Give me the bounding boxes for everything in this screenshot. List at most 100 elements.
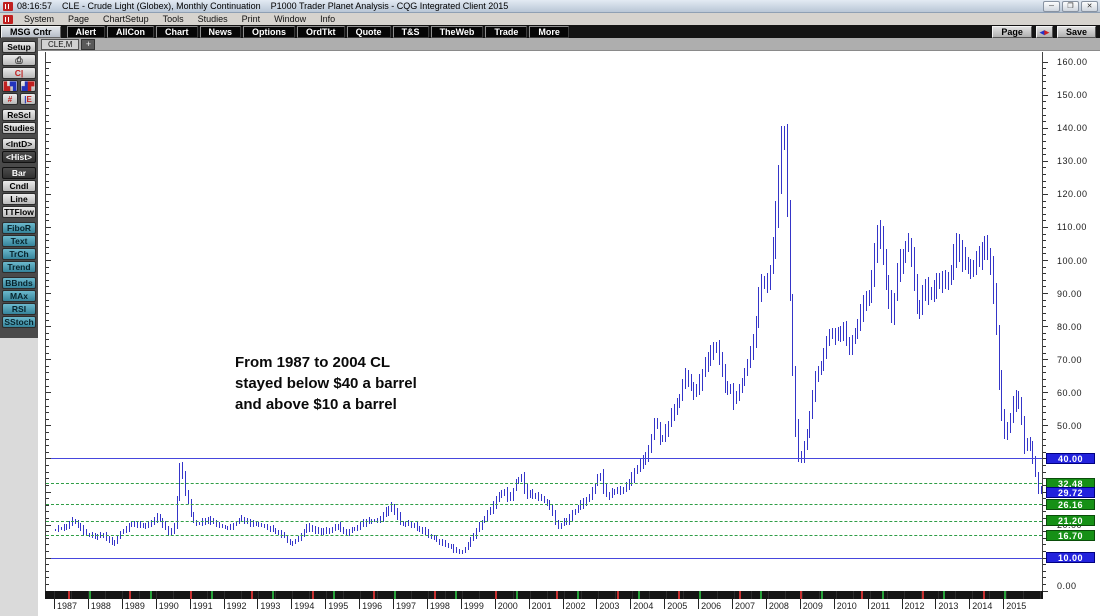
price-bar <box>606 484 607 497</box>
price-bar <box>753 334 754 361</box>
toolbar-quote-button[interactable]: Quote <box>347 26 391 38</box>
price-bar <box>987 235 988 259</box>
price-bar <box>1030 437 1031 451</box>
y-tick <box>46 505 49 506</box>
price-bar <box>352 527 353 533</box>
toolbar-ts-button[interactable]: T&S <box>393 26 429 38</box>
sidebar-sstoch-button[interactable]: SStoch <box>2 316 36 328</box>
year-tick <box>359 599 360 609</box>
y-tick <box>1043 326 1048 327</box>
toolbar-news-button[interactable]: News <box>200 26 242 38</box>
level-line-21-20 <box>46 521 1042 522</box>
menu-page[interactable]: Page <box>61 14 96 24</box>
time-axis[interactable]: 1987198819891990199119921993199419951996… <box>45 599 1100 616</box>
price-bar <box>894 293 895 324</box>
menu-window[interactable]: Window <box>267 14 313 24</box>
annotation-line: and above $10 a barrel <box>235 394 417 415</box>
y-tick <box>1043 201 1046 202</box>
y-tick <box>1043 187 1046 188</box>
y-tick <box>1043 280 1046 281</box>
title-bar[interactable]: 08:16:57 CLE - Crude Light (Globex), Mon… <box>0 0 1100 13</box>
quote-flag-button[interactable]: ▙▜ <box>2 80 18 92</box>
y-tick <box>46 68 49 69</box>
price-bar <box>552 504 553 517</box>
tab-cle-monthly[interactable]: CLE,M <box>41 39 79 50</box>
setup-button[interactable]: Setup <box>2 41 36 53</box>
y-tick <box>46 518 49 519</box>
year-label: 2000 <box>498 601 518 611</box>
close-button[interactable]: ✕ <box>1081 1 1098 12</box>
price-bar <box>55 529 56 532</box>
y-tick <box>46 492 51 493</box>
year-tick <box>698 599 699 609</box>
price-bar <box>956 233 957 268</box>
y-tick <box>46 174 49 175</box>
y-tick <box>1043 247 1046 248</box>
toolbar-theweb-button[interactable]: TheWeb <box>431 26 484 38</box>
y-tick <box>46 300 49 301</box>
cqg-monogram-icon: C| <box>15 68 24 78</box>
page-nav-icon-button[interactable]: ◂▸ <box>1036 26 1053 38</box>
save-button[interactable]: Save <box>1057 26 1096 38</box>
y-tick <box>1043 591 1048 592</box>
minimize-button[interactable]: ─ <box>1043 1 1060 12</box>
menu-print[interactable]: Print <box>235 14 268 24</box>
bars-view-button[interactable]: |E <box>20 93 36 105</box>
sidebar-fibor-button[interactable]: FiboR <box>2 222 36 234</box>
restore-button[interactable]: ❐ <box>1062 1 1079 12</box>
y-axis-label: 110.00 <box>1057 222 1097 232</box>
toolbar-chart-button[interactable]: Chart <box>156 26 198 38</box>
price-bar <box>388 506 389 517</box>
price-bar <box>725 364 726 393</box>
menu-system[interactable]: System <box>17 14 61 24</box>
toolbar-more-button[interactable]: More <box>529 26 569 38</box>
cqg-tool-button[interactable]: C| <box>2 67 36 79</box>
toolbar-allcon-button[interactable]: AllCon <box>107 26 154 38</box>
toolbar-trade-button[interactable]: Trade <box>485 26 527 38</box>
sidebar-intd-button[interactable]: <IntD> <box>2 138 36 150</box>
sidebar-studies-button[interactable]: Studies <box>2 122 36 134</box>
msg-center-button[interactable]: MSG Cntr <box>1 26 61 38</box>
price-bar <box>970 259 971 279</box>
y-tick <box>1043 101 1046 102</box>
year-label: 1994 <box>294 601 314 611</box>
price-bar <box>702 369 703 391</box>
grid-view-button[interactable]: # <box>2 93 18 105</box>
toolbar-alert-button[interactable]: Alert <box>67 26 106 38</box>
sidebar-trend-button[interactable]: Trend <box>2 261 36 273</box>
toolbar-ordtkt-button[interactable]: OrdTkt <box>297 26 345 38</box>
price-bar <box>691 374 692 391</box>
sidebar-rsi-button[interactable]: RSI <box>2 303 36 315</box>
menu-info[interactable]: Info <box>313 14 342 24</box>
sidebar-text-button[interactable]: Text <box>2 235 36 247</box>
sidebar-trch-button[interactable]: TrCh <box>2 248 36 260</box>
sidebar-bbnds-button[interactable]: BBnds <box>2 277 36 289</box>
print-button[interactable]: ⎙ <box>2 54 36 66</box>
price-bar <box>112 537 113 545</box>
price-bar <box>468 542 469 551</box>
page-button[interactable]: Page <box>992 26 1032 38</box>
add-tab-button[interactable]: + <box>81 39 95 50</box>
price-bar <box>561 523 562 529</box>
sidebar-bar-button[interactable]: Bar <box>2 167 36 179</box>
sidebar-ttflow-button[interactable]: TTFlow <box>2 206 36 218</box>
price-axis[interactable]: 160.00150.00140.00130.00120.00110.00100.… <box>1043 52 1100 591</box>
price-bar <box>569 514 570 525</box>
sidebar-hist-button[interactable]: <Hist> <box>2 151 36 163</box>
sidebar-rescl-button[interactable]: ReScl <box>2 109 36 121</box>
menu-tools[interactable]: Tools <box>156 14 191 24</box>
sidebar-cndl-button[interactable]: Cndl <box>2 180 36 192</box>
year-label: 2015 <box>1006 601 1026 611</box>
y-axis-label: 100.00 <box>1057 256 1097 266</box>
price-bar <box>193 512 194 523</box>
menu-chartsetup[interactable]: ChartSetup <box>96 14 156 24</box>
price-chart-plot[interactable] <box>45 52 1043 591</box>
price-bar <box>869 290 870 306</box>
toolbar-options-button[interactable]: Options <box>243 26 295 38</box>
chart-flag-button[interactable]: ▟▛ <box>20 80 36 92</box>
menu-studies[interactable]: Studies <box>191 14 235 24</box>
sidebar-line-button[interactable]: Line <box>2 193 36 205</box>
price-bar <box>417 522 418 531</box>
price-bar <box>58 525 59 532</box>
sidebar-max-button[interactable]: MAx <box>2 290 36 302</box>
